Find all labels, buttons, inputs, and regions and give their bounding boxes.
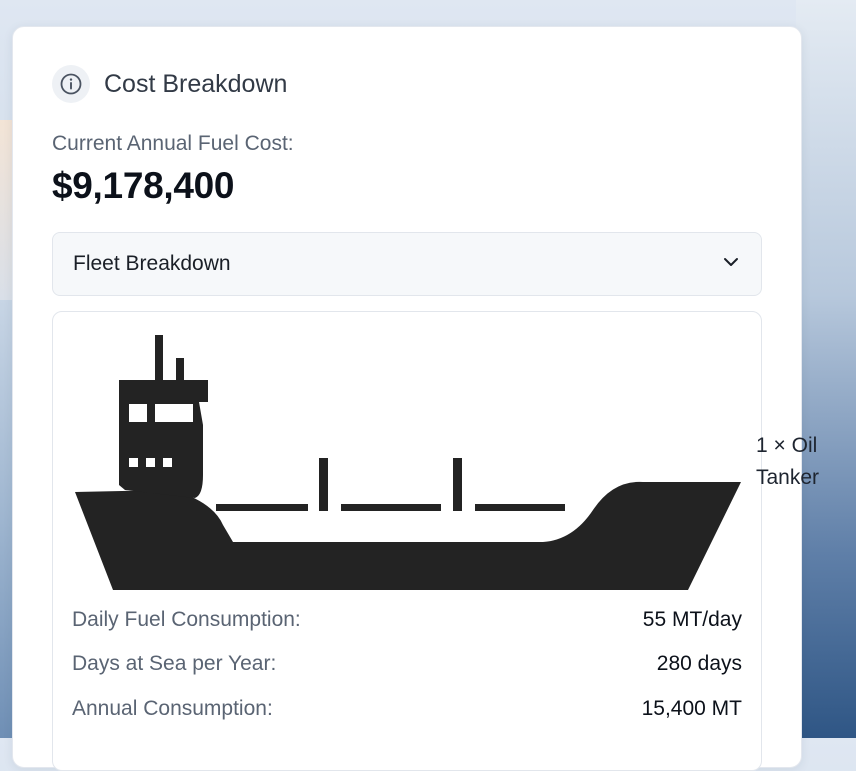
annual-fuel-cost-value: $9,178,400: [52, 165, 235, 206]
annual-fuel-cost-label: Current Annual Fuel Cost:: [52, 132, 294, 155]
chevron-down-icon: [721, 252, 741, 277]
dropdown-label: Fleet Breakdown: [73, 252, 231, 275]
annual-consumption-value: 15,400 MT: [641, 697, 742, 720]
vessel-breakdown-panel: Daily Fuel Consumption: 55 MT/day Days a…: [52, 311, 762, 771]
daily-fuel-consumption-value: 55 MT/day: [642, 608, 742, 631]
vessel-count-label: 1 × Oil Tanker: [756, 434, 820, 489]
card-title: Cost Breakdown: [104, 69, 288, 98]
days-at-sea-value: 280 days: [656, 652, 742, 675]
background-ocean: [796, 0, 856, 738]
daily-fuel-consumption-label: Daily Fuel Consumption:: [72, 608, 301, 631]
annual-consumption-label: Annual Consumption:: [72, 697, 273, 720]
oil-tanker-ship-icon: [75, 335, 741, 590]
cost-breakdown-card: Cost Breakdown Current Annual Fuel Cost:…: [12, 26, 802, 771]
card-header: Cost Breakdown: [52, 65, 287, 103]
info-icon[interactable]: [52, 65, 90, 103]
fleet-breakdown-dropdown[interactable]: Fleet Breakdown: [52, 232, 762, 296]
days-at-sea-label: Days at Sea per Year:: [72, 652, 277, 675]
